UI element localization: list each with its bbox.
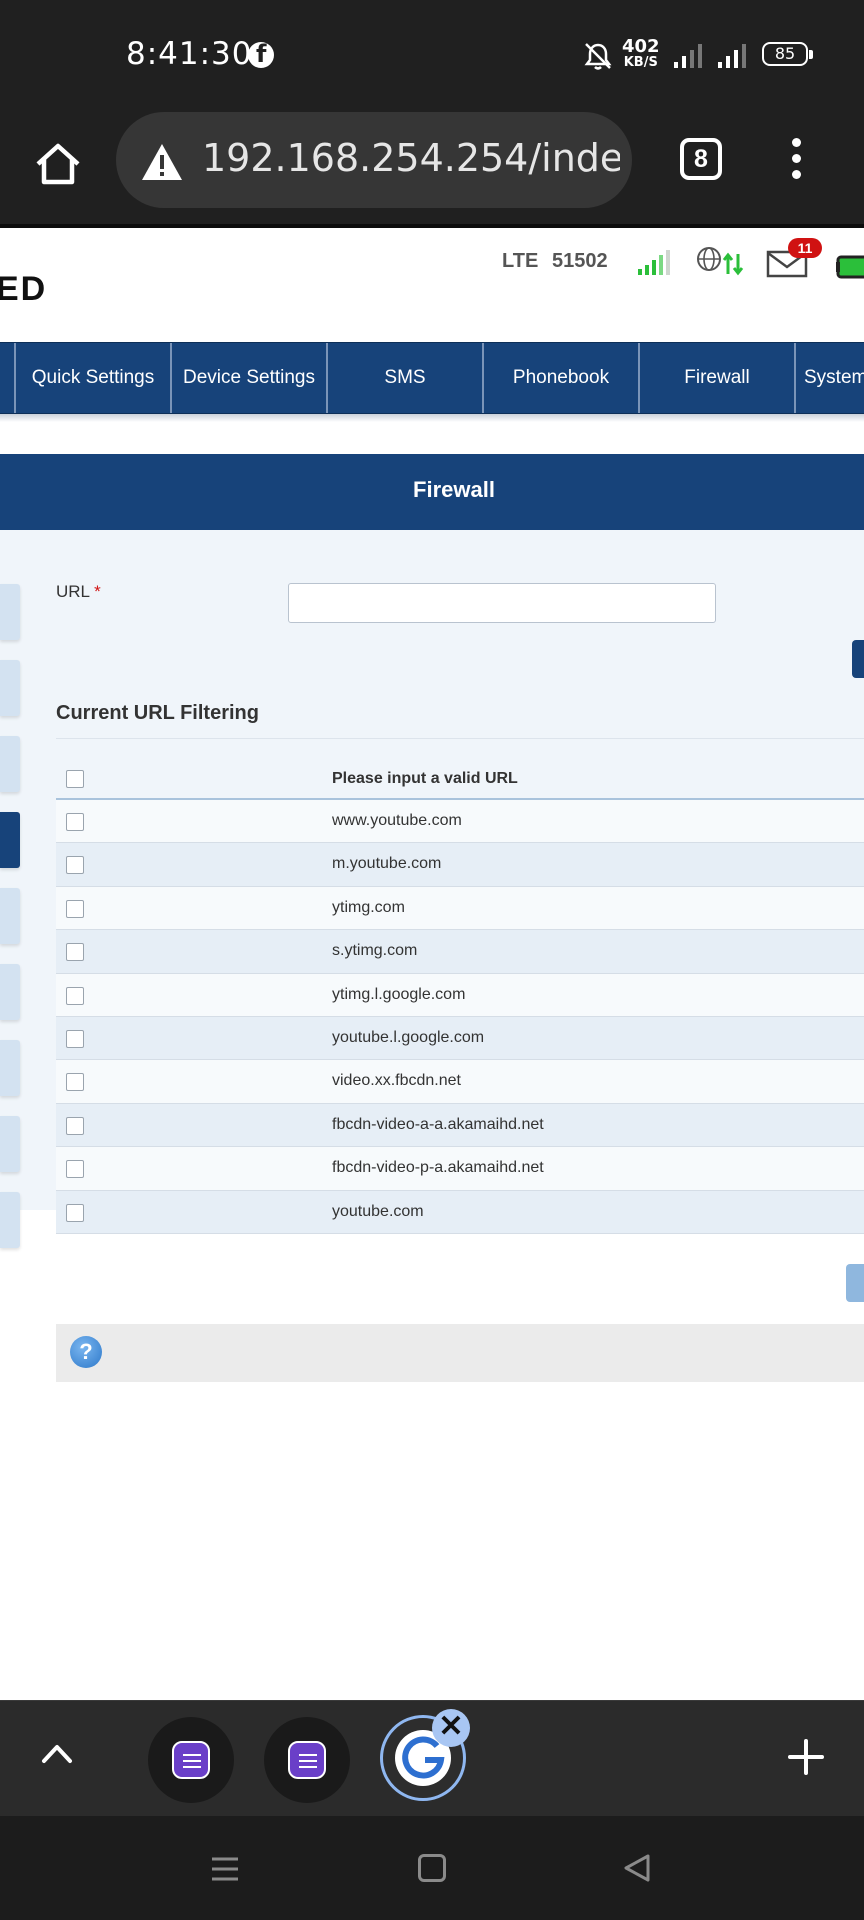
system-navigation-bar [0,1816,864,1920]
internet-connection-icon [697,247,744,276]
row-checkbox[interactable] [66,899,84,918]
bell-off-icon [584,43,612,70]
logo: ED [0,270,48,308]
facebook-icon: f [248,40,274,68]
more-options-icon[interactable] [788,138,804,184]
side-menu-item[interactable] [0,584,20,640]
nav-system[interactable]: System [794,343,864,413]
url-cell: youtube.com [332,1202,424,1220]
table-row: m.youtube.com [56,843,864,887]
help-bar: ? [56,1324,864,1382]
list-app-icon [288,1741,326,1779]
status-bar: 8:41:30 f 402 KB/S 85 [0,0,864,108]
nav-firewall[interactable]: Firewall [638,343,794,413]
list-app-icon [172,1741,210,1779]
side-menu-item[interactable] [0,1040,20,1096]
url-cell: m.youtube.com [332,855,442,873]
browser-toolbar: 192.168.254.254/index.html 8 [0,108,864,228]
url-field-label: URL * [56,582,101,601]
home-icon[interactable] [32,138,84,190]
url-cell: youtube.l.google.com [332,1028,485,1046]
operator-code: 51502 [552,250,608,272]
sms-unread-badge: 11 [788,238,822,258]
table-header: Please input a valid URL [56,756,864,800]
table-row: youtube.l.google.com [56,1016,864,1061]
table-row: ytimg.l.google.com [56,973,864,1017]
url-cell: www.youtube.com [332,812,462,829]
section-divider [56,738,864,739]
table-row: www.youtube.com [56,800,864,844]
address-bar[interactable]: 192.168.254.254/index.html [116,112,632,208]
add-url-button[interactable] [852,640,864,678]
home-nav-icon[interactable] [418,1854,446,1882]
signal-sim1-icon [674,44,702,68]
url-filter-table: Please input a valid URL www.youtube.com… [56,756,864,1234]
tab-thumbnail[interactable] [264,1717,350,1803]
row-checkbox[interactable] [66,1203,84,1222]
battery-indicator: 85 [762,42,813,66]
router-page: ED LTE 51502 11 Quick Settings Device Se… [0,228,864,1700]
nav-quick-settings[interactable]: Quick Settings [14,343,170,413]
help-icon[interactable]: ? [70,1336,102,1368]
select-all-checkbox[interactable] [66,770,84,788]
side-menu-item[interactable] [0,736,20,792]
warning-icon[interactable] [140,142,184,182]
side-menu-item[interactable] [0,888,20,944]
url-cell: fbcdn-video-p-a.akamaihd.net [332,1159,544,1177]
table-row: video.xx.fbcdn.net [56,1060,864,1104]
row-checkbox[interactable] [66,1116,84,1135]
row-checkbox[interactable] [66,986,84,1005]
row-checkbox[interactable] [66,943,84,962]
panel-title: Firewall [0,454,864,530]
row-checkbox[interactable] [66,1160,84,1179]
tab-switcher-bar: ✕ [0,1700,864,1816]
table-row: ytimg.com [56,886,864,931]
signal-sim2-icon [718,44,746,68]
url-cell: fbcdn-video-a-a.akamaihd.net [332,1115,544,1133]
network-type: LTE [502,250,539,272]
row-checkbox[interactable] [66,1073,84,1092]
side-menu-item[interactable] [0,660,20,716]
row-checkbox[interactable] [66,813,84,831]
tabs-count-button[interactable]: 8 [680,138,722,180]
column-header: Please input a valid URL [332,770,518,787]
section-title: Current URL Filtering [56,702,259,724]
side-menu-item[interactable] [0,1116,20,1172]
status-time: 8:41:30 [126,36,253,72]
nav-phonebook[interactable]: Phonebook [482,343,638,413]
new-tab-plus-icon[interactable] [788,1739,824,1775]
tab-thumbnail[interactable] [148,1717,234,1803]
network-speed: 402 KB/S [622,36,660,70]
url-cell: s.ytimg.com [332,942,418,960]
back-icon[interactable] [622,1852,654,1884]
row-checkbox[interactable] [66,1029,84,1048]
side-menu-item-active[interactable] [0,812,20,868]
main-nav: Quick Settings Device Settings SMS Phone… [0,342,864,414]
table-row: fbcdn-video-a-a.akamaihd.net [56,1103,864,1148]
url-cell: ytimg.com [332,898,405,916]
side-menu-item[interactable] [0,964,20,1020]
nav-device-settings[interactable]: Device Settings [170,343,326,413]
signal-strength-icon [638,250,670,275]
chevron-up-icon[interactable] [40,1741,74,1765]
url-text[interactable]: 192.168.254.254/index.html [202,136,620,180]
nav-sms[interactable]: SMS [326,343,482,413]
close-tab-icon[interactable]: ✕ [432,1709,470,1747]
side-menu-item[interactable] [0,1192,20,1248]
nav-shadow [0,414,864,422]
table-row: s.ytimg.com [56,930,864,974]
required-marker: * [94,582,101,601]
recent-apps-icon[interactable] [210,1854,240,1884]
table-row: fbcdn-video-p-a.akamaihd.net [56,1147,864,1191]
url-cell: video.xx.fbcdn.net [332,1072,461,1090]
url-input[interactable] [288,583,716,623]
row-checkbox[interactable] [66,856,84,875]
delete-url-button[interactable] [846,1264,864,1302]
table-row: youtube.com [56,1190,864,1234]
url-cell: ytimg.l.google.com [332,985,466,1003]
battery-status-icon [836,255,864,279]
